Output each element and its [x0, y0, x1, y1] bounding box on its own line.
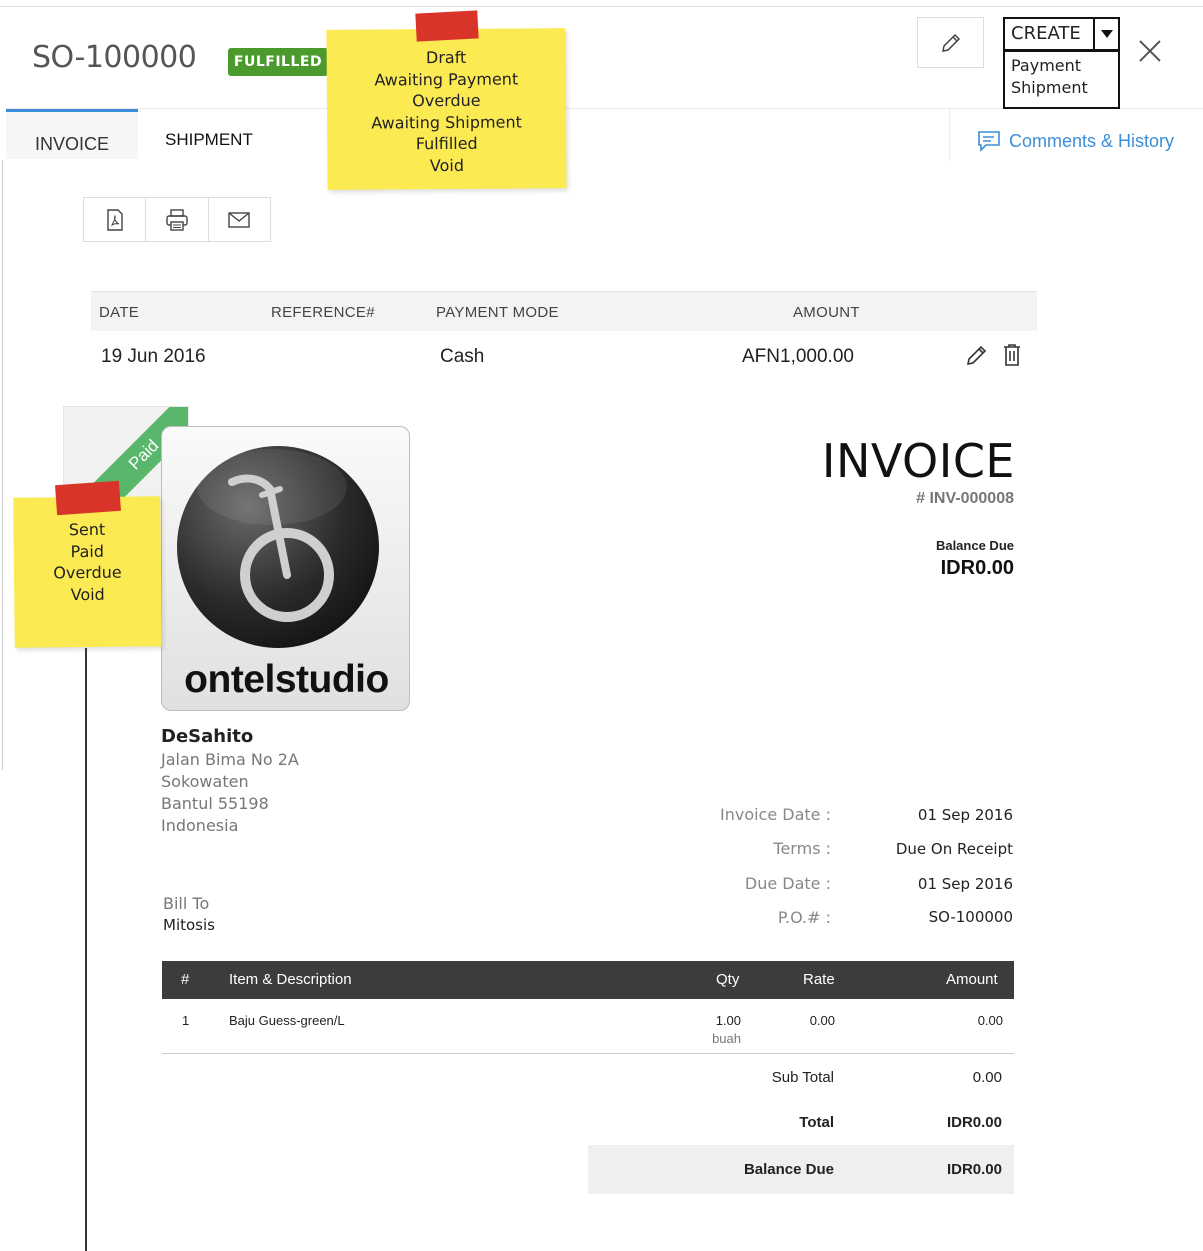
- comments-history-link[interactable]: Comments & History: [977, 130, 1174, 152]
- invoice-date-label: Invoice Date :: [719, 805, 831, 824]
- create-button[interactable]: CREATE: [1003, 17, 1095, 51]
- pencil-icon: [966, 345, 987, 366]
- annotation-line: [85, 648, 87, 1251]
- menu-item-shipment[interactable]: Shipment: [1011, 77, 1112, 99]
- address-line: Bantul 55198: [161, 794, 269, 813]
- status-badge: FULFILLED: [228, 48, 328, 76]
- address-line: Indonesia: [161, 816, 239, 835]
- edit-payment-button[interactable]: [965, 343, 989, 372]
- tape: [55, 480, 121, 516]
- tab-invoice[interactable]: INVOICE: [6, 109, 138, 159]
- sticky-item: Paid: [70, 541, 105, 561]
- col-payment-mode: PAYMENT MODE: [436, 304, 559, 321]
- printer-icon: [166, 208, 188, 231]
- sub-total-label: Sub Total: [771, 1069, 834, 1086]
- col-date: DATE: [99, 304, 140, 321]
- total-label: Total: [799, 1114, 834, 1131]
- balance-due-total-value: IDR0.00: [946, 1161, 1002, 1178]
- payment-amount: AFN1,000.00: [742, 346, 854, 367]
- bill-to-name: Mitosis: [163, 916, 215, 934]
- delete-payment-button[interactable]: [1002, 343, 1022, 372]
- invoice-toolbar: [83, 197, 271, 242]
- invoice-date-value: 01 Sep 2016: [917, 806, 1013, 824]
- sticky-item: Draft: [425, 47, 467, 68]
- items-table-header: # Item & Description Qty Rate Amount: [162, 961, 1014, 999]
- po-label: P.O.# :: [777, 908, 831, 927]
- sticky-item: Fulfilled: [415, 133, 478, 154]
- pdf-icon: [106, 208, 123, 231]
- close-icon: [1139, 40, 1161, 62]
- balance-due-total-label: Balance Due: [743, 1161, 834, 1178]
- sticky-item: Awaiting Payment: [374, 68, 519, 90]
- sticky-item: Overdue: [412, 90, 481, 111]
- organization-name: DeSahito: [161, 726, 254, 747]
- item-amount: 0.00: [977, 1013, 1003, 1028]
- col-amount: AMOUNT: [793, 304, 860, 321]
- page-title: SO-100000: [32, 40, 197, 75]
- email-button[interactable]: [209, 198, 270, 241]
- invoice-number: # INV-000008: [916, 490, 1014, 507]
- col-qty: Qty: [716, 971, 740, 988]
- sticky-item: Overdue: [53, 562, 122, 583]
- item-number: 1: [182, 1013, 190, 1028]
- envelope-icon: [228, 211, 251, 228]
- pencil-icon: [941, 33, 960, 52]
- invoice-title: INVOICE: [821, 434, 1015, 488]
- terms-label: Terms :: [773, 839, 831, 858]
- item-qty: 1.00: [715, 1013, 741, 1028]
- menu-item-payment[interactable]: Payment: [1011, 55, 1112, 77]
- payment-date: 19 Jun 2016: [101, 346, 206, 367]
- po-value: SO-100000: [928, 908, 1013, 926]
- payments-table-header: DATE REFERENCE# PAYMENT MODE AMOUNT: [91, 291, 1037, 331]
- balance-due-value: IDR0.00: [940, 557, 1014, 579]
- balance-due-label: Balance Due: [935, 538, 1014, 553]
- sticky-item: Sent: [68, 519, 106, 540]
- comment-icon: [978, 131, 1000, 152]
- terms-value: Due On Receipt: [895, 840, 1013, 858]
- col-rate: Rate: [803, 971, 835, 988]
- bill-to-label: Bill To: [163, 894, 210, 913]
- create-dropdown-toggle[interactable]: [1093, 17, 1120, 51]
- comments-history-label: Comments & History: [1009, 130, 1175, 151]
- col-reference: REFERENCE#: [271, 304, 375, 321]
- sticky-item: Void: [429, 155, 465, 175]
- sticky-note-so-statuses: Draft Awaiting Payment Overdue Awaiting …: [326, 28, 567, 190]
- address-line: Sokowaten: [161, 772, 249, 791]
- left-border: [2, 160, 3, 770]
- company-logo: ontelstudio: [161, 426, 410, 711]
- sticky-note-invoice-statuses: Sent Paid Overdue Void: [13, 496, 162, 648]
- sticky-item: Void: [70, 584, 105, 604]
- col-item-description: Item & Description: [229, 971, 352, 988]
- col-amount: Amount: [946, 971, 998, 988]
- item-rate: 0.00: [809, 1013, 835, 1028]
- edit-button[interactable]: [917, 17, 984, 68]
- create-menu: Payment Shipment: [1003, 51, 1120, 109]
- caret-down-icon: [1100, 30, 1113, 38]
- divider: [949, 109, 950, 161]
- payment-mode: Cash: [440, 346, 485, 367]
- sub-total-value: 0.00: [972, 1069, 1002, 1086]
- top-divider: [0, 6, 1203, 7]
- item-description: Baju Guess-green/L: [229, 1013, 345, 1028]
- tab-shipment[interactable]: SHIPMENT: [165, 130, 253, 150]
- col-number: #: [181, 971, 190, 988]
- total-value: IDR0.00: [946, 1114, 1002, 1131]
- due-date-label: Due Date :: [744, 874, 831, 893]
- item-unit: buah: [712, 1031, 741, 1046]
- due-date-value: 01 Sep 2016: [917, 875, 1013, 893]
- address-line: Jalan Bima No 2A: [161, 750, 299, 769]
- pdf-button[interactable]: [84, 198, 147, 241]
- logo-text: ontelstudio: [184, 658, 389, 701]
- tape: [415, 10, 479, 42]
- sticky-item: Awaiting Shipment: [371, 111, 522, 133]
- close-button[interactable]: [1135, 36, 1165, 66]
- divider: [162, 1053, 1014, 1054]
- trash-icon: [1004, 344, 1020, 366]
- print-button[interactable]: [146, 198, 209, 241]
